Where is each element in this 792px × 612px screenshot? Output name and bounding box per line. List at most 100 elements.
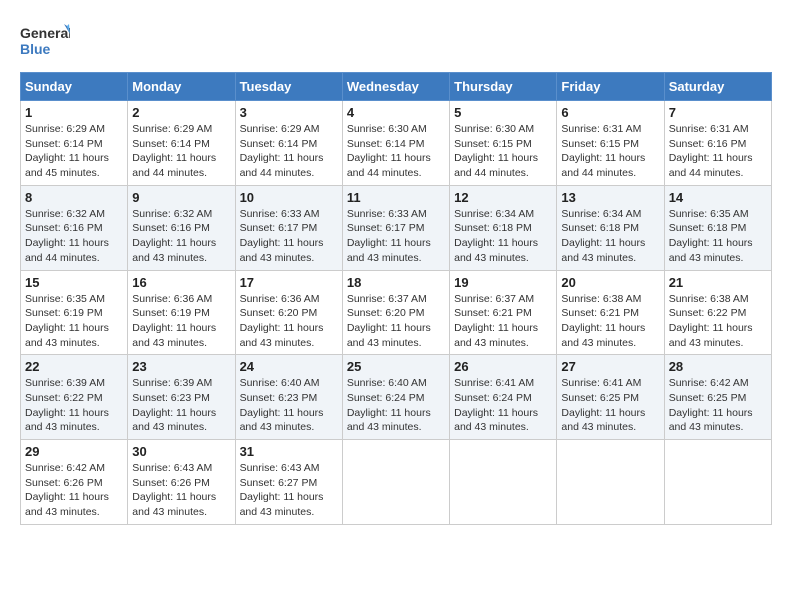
day-info: Sunrise: 6:42 AM Sunset: 6:25 PM Dayligh… [669,376,767,435]
day-info: Sunrise: 6:30 AM Sunset: 6:14 PM Dayligh… [347,122,445,181]
calendar-day-cell: 24 Sunrise: 6:40 AM Sunset: 6:23 PM Dayl… [235,355,342,440]
svg-text:Blue: Blue [20,41,51,57]
day-number: 10 [240,190,338,205]
day-number: 1 [25,105,123,120]
day-info: Sunrise: 6:43 AM Sunset: 6:27 PM Dayligh… [240,461,338,520]
day-info: Sunrise: 6:42 AM Sunset: 6:26 PM Dayligh… [25,461,123,520]
calendar-day-cell: 20 Sunrise: 6:38 AM Sunset: 6:21 PM Dayl… [557,270,664,355]
day-info: Sunrise: 6:43 AM Sunset: 6:26 PM Dayligh… [132,461,230,520]
day-info: Sunrise: 6:29 AM Sunset: 6:14 PM Dayligh… [25,122,123,181]
day-info: Sunrise: 6:39 AM Sunset: 6:22 PM Dayligh… [25,376,123,435]
day-number: 8 [25,190,123,205]
day-info: Sunrise: 6:40 AM Sunset: 6:24 PM Dayligh… [347,376,445,435]
day-number: 12 [454,190,552,205]
calendar-day-cell: 1 Sunrise: 6:29 AM Sunset: 6:14 PM Dayli… [21,101,128,186]
day-number: 17 [240,275,338,290]
day-info: Sunrise: 6:40 AM Sunset: 6:23 PM Dayligh… [240,376,338,435]
calendar-day-cell: 7 Sunrise: 6:31 AM Sunset: 6:16 PM Dayli… [664,101,771,186]
day-info: Sunrise: 6:30 AM Sunset: 6:15 PM Dayligh… [454,122,552,181]
calendar-day-cell: 8 Sunrise: 6:32 AM Sunset: 6:16 PM Dayli… [21,185,128,270]
weekday-header-wednesday: Wednesday [342,73,449,101]
day-number: 29 [25,444,123,459]
day-number: 30 [132,444,230,459]
calendar-day-cell: 13 Sunrise: 6:34 AM Sunset: 6:18 PM Dayl… [557,185,664,270]
day-info: Sunrise: 6:37 AM Sunset: 6:20 PM Dayligh… [347,292,445,351]
day-number: 11 [347,190,445,205]
calendar-week-row: 22 Sunrise: 6:39 AM Sunset: 6:22 PM Dayl… [21,355,772,440]
day-info: Sunrise: 6:41 AM Sunset: 6:25 PM Dayligh… [561,376,659,435]
calendar-week-row: 8 Sunrise: 6:32 AM Sunset: 6:16 PM Dayli… [21,185,772,270]
day-info: Sunrise: 6:33 AM Sunset: 6:17 PM Dayligh… [240,207,338,266]
day-number: 16 [132,275,230,290]
logo-svg: General Blue [20,20,70,62]
calendar-day-cell: 23 Sunrise: 6:39 AM Sunset: 6:23 PM Dayl… [128,355,235,440]
day-info: Sunrise: 6:37 AM Sunset: 6:21 PM Dayligh… [454,292,552,351]
calendar-day-cell: 11 Sunrise: 6:33 AM Sunset: 6:17 PM Dayl… [342,185,449,270]
calendar-day-cell: 31 Sunrise: 6:43 AM Sunset: 6:27 PM Dayl… [235,440,342,525]
day-number: 9 [132,190,230,205]
day-number: 7 [669,105,767,120]
calendar-header-row: SundayMondayTuesdayWednesdayThursdayFrid… [21,73,772,101]
calendar-day-cell: 21 Sunrise: 6:38 AM Sunset: 6:22 PM Dayl… [664,270,771,355]
day-info: Sunrise: 6:31 AM Sunset: 6:16 PM Dayligh… [669,122,767,181]
day-number: 25 [347,359,445,374]
day-info: Sunrise: 6:38 AM Sunset: 6:21 PM Dayligh… [561,292,659,351]
calendar-body: 1 Sunrise: 6:29 AM Sunset: 6:14 PM Dayli… [21,101,772,525]
day-info: Sunrise: 6:34 AM Sunset: 6:18 PM Dayligh… [561,207,659,266]
calendar-day-cell: 28 Sunrise: 6:42 AM Sunset: 6:25 PM Dayl… [664,355,771,440]
calendar-day-cell: 18 Sunrise: 6:37 AM Sunset: 6:20 PM Dayl… [342,270,449,355]
day-info: Sunrise: 6:39 AM Sunset: 6:23 PM Dayligh… [132,376,230,435]
calendar-day-cell [557,440,664,525]
calendar-day-cell: 4 Sunrise: 6:30 AM Sunset: 6:14 PM Dayli… [342,101,449,186]
day-number: 5 [454,105,552,120]
calendar-day-cell: 25 Sunrise: 6:40 AM Sunset: 6:24 PM Dayl… [342,355,449,440]
calendar-day-cell: 5 Sunrise: 6:30 AM Sunset: 6:15 PM Dayli… [450,101,557,186]
day-info: Sunrise: 6:41 AM Sunset: 6:24 PM Dayligh… [454,376,552,435]
calendar-day-cell: 22 Sunrise: 6:39 AM Sunset: 6:22 PM Dayl… [21,355,128,440]
calendar-day-cell: 17 Sunrise: 6:36 AM Sunset: 6:20 PM Dayl… [235,270,342,355]
calendar-day-cell: 9 Sunrise: 6:32 AM Sunset: 6:16 PM Dayli… [128,185,235,270]
day-info: Sunrise: 6:35 AM Sunset: 6:18 PM Dayligh… [669,207,767,266]
calendar-day-cell [450,440,557,525]
day-info: Sunrise: 6:33 AM Sunset: 6:17 PM Dayligh… [347,207,445,266]
calendar-day-cell: 3 Sunrise: 6:29 AM Sunset: 6:14 PM Dayli… [235,101,342,186]
day-number: 22 [25,359,123,374]
calendar-day-cell: 19 Sunrise: 6:37 AM Sunset: 6:21 PM Dayl… [450,270,557,355]
calendar-week-row: 29 Sunrise: 6:42 AM Sunset: 6:26 PM Dayl… [21,440,772,525]
calendar-day-cell: 27 Sunrise: 6:41 AM Sunset: 6:25 PM Dayl… [557,355,664,440]
day-info: Sunrise: 6:38 AM Sunset: 6:22 PM Dayligh… [669,292,767,351]
day-number: 23 [132,359,230,374]
svg-text:General: General [20,25,70,41]
day-number: 20 [561,275,659,290]
day-number: 31 [240,444,338,459]
day-number: 2 [132,105,230,120]
day-number: 26 [454,359,552,374]
day-number: 18 [347,275,445,290]
day-info: Sunrise: 6:29 AM Sunset: 6:14 PM Dayligh… [132,122,230,181]
day-number: 3 [240,105,338,120]
weekday-header-tuesday: Tuesday [235,73,342,101]
day-number: 28 [669,359,767,374]
calendar-day-cell: 30 Sunrise: 6:43 AM Sunset: 6:26 PM Dayl… [128,440,235,525]
calendar-day-cell [664,440,771,525]
day-info: Sunrise: 6:31 AM Sunset: 6:15 PM Dayligh… [561,122,659,181]
day-number: 24 [240,359,338,374]
calendar-day-cell: 2 Sunrise: 6:29 AM Sunset: 6:14 PM Dayli… [128,101,235,186]
calendar-week-row: 1 Sunrise: 6:29 AM Sunset: 6:14 PM Dayli… [21,101,772,186]
weekday-header-friday: Friday [557,73,664,101]
calendar-day-cell: 12 Sunrise: 6:34 AM Sunset: 6:18 PM Dayl… [450,185,557,270]
calendar-day-cell: 29 Sunrise: 6:42 AM Sunset: 6:26 PM Dayl… [21,440,128,525]
day-info: Sunrise: 6:35 AM Sunset: 6:19 PM Dayligh… [25,292,123,351]
day-info: Sunrise: 6:34 AM Sunset: 6:18 PM Dayligh… [454,207,552,266]
day-number: 6 [561,105,659,120]
calendar-day-cell: 16 Sunrise: 6:36 AM Sunset: 6:19 PM Dayl… [128,270,235,355]
day-number: 4 [347,105,445,120]
calendar-day-cell: 14 Sunrise: 6:35 AM Sunset: 6:18 PM Dayl… [664,185,771,270]
day-info: Sunrise: 6:29 AM Sunset: 6:14 PM Dayligh… [240,122,338,181]
day-info: Sunrise: 6:36 AM Sunset: 6:20 PM Dayligh… [240,292,338,351]
logo: General Blue [20,20,70,62]
calendar-day-cell: 26 Sunrise: 6:41 AM Sunset: 6:24 PM Dayl… [450,355,557,440]
day-number: 14 [669,190,767,205]
calendar-day-cell: 10 Sunrise: 6:33 AM Sunset: 6:17 PM Dayl… [235,185,342,270]
calendar-day-cell: 6 Sunrise: 6:31 AM Sunset: 6:15 PM Dayli… [557,101,664,186]
